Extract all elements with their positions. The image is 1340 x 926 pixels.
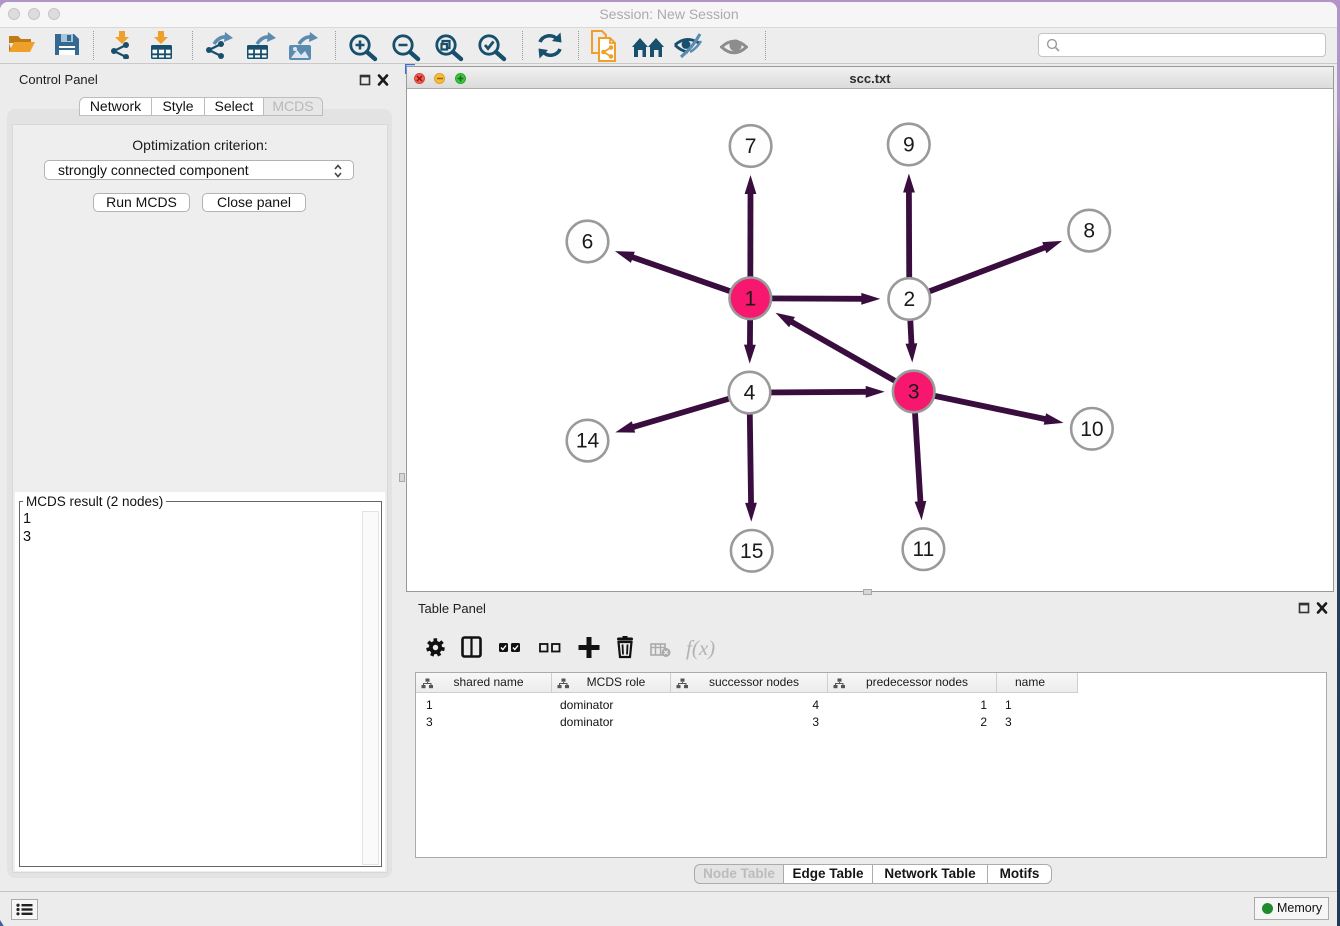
svg-text:6: 6 bbox=[582, 231, 594, 254]
svg-text:1: 1 bbox=[744, 287, 756, 310]
svg-text:4: 4 bbox=[744, 382, 756, 405]
svg-text:2: 2 bbox=[903, 288, 915, 311]
svg-text:15: 15 bbox=[740, 540, 763, 563]
svg-text:11: 11 bbox=[912, 538, 934, 561]
svg-text:14: 14 bbox=[576, 430, 600, 453]
svg-text:7: 7 bbox=[745, 135, 757, 158]
svg-text:9: 9 bbox=[903, 134, 915, 157]
svg-text:10: 10 bbox=[1080, 418, 1103, 441]
svg-text:3: 3 bbox=[908, 381, 920, 404]
svg-text:8: 8 bbox=[1083, 220, 1095, 243]
